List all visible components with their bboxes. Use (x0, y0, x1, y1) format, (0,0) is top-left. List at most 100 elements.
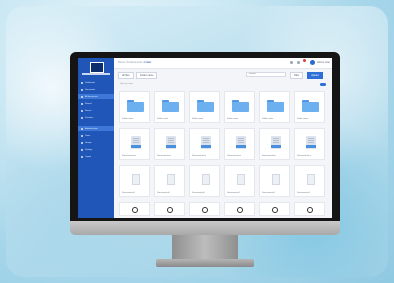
file-card[interactable] (189, 202, 220, 216)
file-grid: Folder name Folder name Folder name Folder … (119, 91, 329, 216)
monitor-stand-foot (156, 259, 254, 267)
sidebar-item-icon (81, 109, 83, 112)
file-card[interactable]: Document.pdf (119, 165, 150, 197)
sidebar-item[interactable]: Recent (78, 108, 114, 113)
file-card[interactable] (224, 202, 255, 216)
file-card[interactable]: Folder name (294, 91, 325, 123)
sidebar-item[interactable]: Favorites (78, 115, 114, 120)
breadcrumb-root[interactable]: Home / All documents / (118, 61, 144, 64)
page-icon (307, 174, 315, 185)
monitor-bezel: Dashboard Documents All documents Shared Rec… (70, 52, 340, 221)
file-card[interactable]: Document.pdf (224, 165, 255, 197)
file-name: Document.docx (227, 155, 241, 157)
sidebar-item[interactable]: All documents (78, 94, 114, 99)
file-card[interactable]: Document.pdf (259, 165, 290, 197)
sidebar-item-label: Recent (85, 109, 92, 112)
filter-button[interactable]: Filter (290, 72, 304, 79)
app-logo (90, 62, 104, 73)
file-name: Folder name (192, 118, 204, 120)
sidebar-item-label: Groups (85, 141, 92, 144)
file-card[interactable]: Document.docx (119, 128, 150, 160)
page-icon (272, 174, 280, 185)
sidebar-item-label: Documents (85, 88, 96, 91)
sidebar-item[interactable]: Documents (78, 87, 114, 92)
file-card[interactable] (154, 202, 185, 216)
file-name: Document.docx (192, 155, 206, 157)
loading-icon (237, 207, 243, 213)
sub-bar: Sort by name (114, 82, 332, 88)
document-icon (201, 136, 211, 149)
loading-icon (307, 207, 313, 213)
bell-icon[interactable] (297, 61, 300, 64)
sort-label[interactable]: Sort by name (120, 83, 133, 86)
sidebar-item-icon (81, 155, 83, 158)
file-name: Document.docx (157, 155, 171, 157)
avatar[interactable] (310, 60, 315, 65)
file-card[interactable] (259, 202, 290, 216)
file-card[interactable]: Document.docx (154, 128, 185, 160)
breadcrumb-current: Folder (144, 61, 152, 64)
help-icon[interactable] (290, 61, 293, 64)
file-name: Document.docx (262, 155, 276, 157)
notification-badge-icon (303, 59, 306, 62)
folder-icon (127, 100, 144, 112)
logo-wordmark (82, 73, 110, 75)
sidebar-item-icon (81, 116, 83, 119)
upload-button[interactable]: Upload (307, 72, 323, 79)
sidebar-item[interactable]: Administration (78, 126, 114, 131)
app-screen: Dashboard Documents All documents Shared Rec… (78, 58, 332, 218)
file-card[interactable] (294, 202, 325, 216)
sidebar-item-icon (81, 102, 83, 105)
sidebar-item[interactable]: Shared (78, 101, 114, 106)
file-card[interactable]: Document.docx (189, 128, 220, 160)
document-icon (236, 136, 246, 149)
all-files-button[interactable]: All files (118, 72, 134, 79)
background-frame: Dashboard Documents All documents Shared Rec… (6, 6, 388, 277)
sidebar-item-icon (81, 127, 83, 130)
file-card[interactable]: Document.pdf (189, 165, 220, 197)
folder-icon (267, 100, 284, 112)
sidebar-item-label: Shared (85, 102, 92, 105)
page-icon (132, 174, 140, 185)
file-card[interactable]: Document.pdf (154, 165, 185, 197)
sidebar-item-icon (81, 95, 83, 98)
sidebar-item[interactable]: Logout (78, 154, 114, 159)
document-icon (306, 136, 316, 149)
file-card[interactable]: Document.docx (259, 128, 290, 160)
file-name: Folder name (262, 118, 274, 120)
file-card[interactable]: Document.docx (294, 128, 325, 160)
search-input[interactable] (246, 72, 286, 77)
sidebar-item-icon (81, 134, 83, 137)
sidebar-item[interactable]: Groups (78, 140, 114, 145)
file-card[interactable]: Document.docx (224, 128, 255, 160)
sidebar-item[interactable]: Users (78, 133, 114, 138)
file-name: Document.pdf (157, 192, 170, 194)
file-card[interactable]: Folder name (189, 91, 220, 123)
sidebar-item-icon (81, 148, 83, 151)
view-toggle[interactable] (320, 83, 326, 86)
page-icon (202, 174, 210, 185)
file-card[interactable]: Document.pdf (294, 165, 325, 197)
sidebar-item[interactable]: Settings (78, 147, 114, 152)
desktop-monitor: Dashboard Documents All documents Shared Rec… (70, 52, 340, 267)
loading-icon (167, 207, 173, 213)
sidebar-item-label: Settings (85, 148, 93, 151)
file-card[interactable]: Folder name (154, 91, 185, 123)
user-name[interactable]: Admin User (317, 61, 330, 64)
document-icon (131, 136, 141, 149)
file-card[interactable]: Folder name (224, 91, 255, 123)
file-card[interactable]: Folder name (119, 91, 150, 123)
document-icon (271, 136, 281, 149)
folder-dropdown[interactable]: Folder name (136, 72, 158, 79)
sidebar-item[interactable]: Dashboard (78, 80, 114, 85)
file-card[interactable] (119, 202, 150, 216)
loading-icon (202, 207, 208, 213)
monitor-chin (70, 221, 340, 235)
sidebar-item-label: Users (85, 134, 91, 137)
file-card[interactable]: Folder name (259, 91, 290, 123)
loading-icon (132, 207, 138, 213)
sidebar-item-label: Administration (85, 127, 98, 130)
file-name: Document.docx (297, 155, 311, 157)
sidebar-item-label: Logout (85, 155, 92, 158)
file-name: Document.pdf (262, 192, 275, 194)
